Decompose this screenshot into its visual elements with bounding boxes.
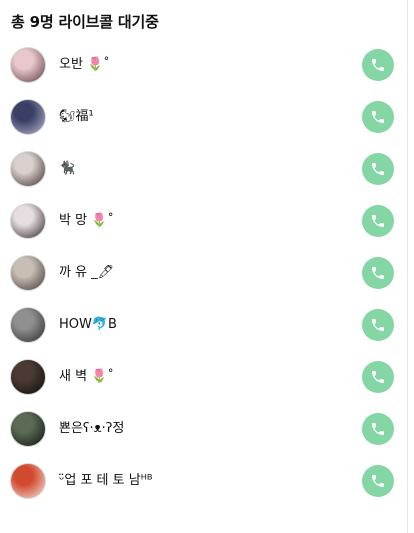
call-button[interactable] — [362, 309, 394, 341]
list-item: 오반 🌷˚ — [0, 40, 407, 92]
list-item: ᵕ̈업 포 테 토 남ᴴᴮ — [0, 456, 407, 508]
user-name: 오반 🌷˚ — [59, 57, 110, 72]
call-button[interactable] — [362, 153, 394, 185]
avatar[interactable] — [10, 99, 46, 135]
avatar[interactable] — [10, 411, 46, 447]
list-item: 박 망 🌷˚ — [0, 196, 407, 248]
call-button[interactable] — [362, 101, 394, 133]
phone-icon — [370, 161, 386, 177]
call-button[interactable] — [362, 205, 394, 237]
list-item: 뾴은ʕ·ᴥ·ʔ정 — [0, 404, 407, 456]
live-call-queue-panel: 총 9명 라이브콜 대기중 오반 🌷˚ 🐿福¹ 🐈‍⬛ 박 망 🌷˚ 까 유 _… — [0, 0, 408, 533]
avatar[interactable] — [10, 255, 46, 291]
phone-icon — [370, 317, 386, 333]
user-name: 새 벽 🌷˚ — [59, 369, 114, 384]
user-name: 까 유 _🖊 — [59, 265, 115, 280]
list-item: HOW🐬B — [0, 300, 407, 352]
phone-icon — [370, 421, 386, 437]
call-button[interactable] — [362, 413, 394, 445]
user-name: 🐈‍⬛ — [59, 161, 76, 176]
queue-list: 오반 🌷˚ 🐿福¹ 🐈‍⬛ 박 망 🌷˚ 까 유 _🖊 HOW🐬B — [0, 40, 407, 508]
phone-icon — [370, 57, 386, 73]
user-name: ᵕ̈업 포 테 토 남ᴴᴮ — [59, 473, 153, 488]
avatar[interactable] — [10, 151, 46, 187]
call-button[interactable] — [362, 49, 394, 81]
avatar[interactable] — [10, 463, 46, 499]
call-button[interactable] — [362, 361, 394, 393]
phone-icon — [370, 473, 386, 489]
list-item: 새 벽 🌷˚ — [0, 352, 407, 404]
list-item: 🐿福¹ — [0, 92, 407, 144]
phone-icon — [370, 213, 386, 229]
phone-icon — [370, 369, 386, 385]
call-button[interactable] — [362, 465, 394, 497]
list-item: 🐈‍⬛ — [0, 144, 407, 196]
user-name: HOW🐬B — [59, 317, 117, 332]
avatar[interactable] — [10, 307, 46, 343]
avatar[interactable] — [10, 47, 46, 83]
list-item: 까 유 _🖊 — [0, 248, 407, 300]
user-name: 뾴은ʕ·ᴥ·ʔ정 — [59, 421, 125, 436]
avatar[interactable] — [10, 203, 46, 239]
avatar[interactable] — [10, 359, 46, 395]
queue-count-title: 총 9명 라이브콜 대기중 — [11, 12, 159, 31]
phone-icon — [370, 265, 386, 281]
user-name: 🐿福¹ — [59, 109, 94, 124]
phone-icon — [370, 109, 386, 125]
call-button[interactable] — [362, 257, 394, 289]
user-name: 박 망 🌷˚ — [59, 213, 114, 228]
